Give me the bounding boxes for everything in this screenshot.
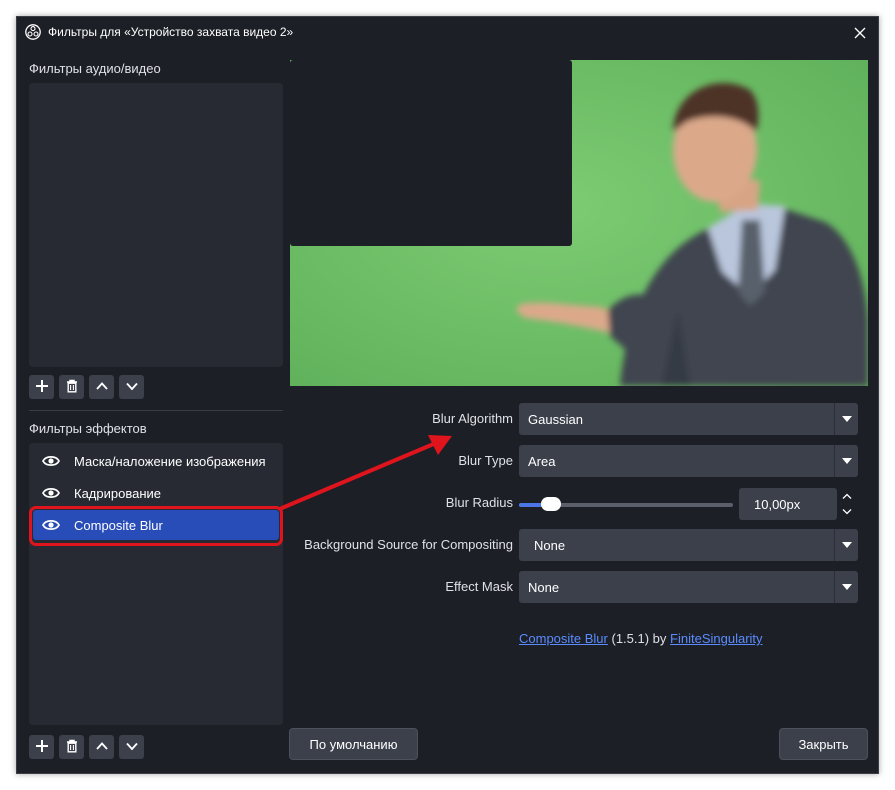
- blur-type-select[interactable]: Area: [519, 445, 858, 477]
- blur-algorithm-label: Blur Algorithm: [432, 411, 513, 426]
- background-source-label: Background Source for Compositing: [304, 537, 513, 552]
- chevron-down-icon: [125, 739, 139, 756]
- eye-icon[interactable]: [41, 486, 61, 500]
- effect-mask-value: None: [528, 580, 560, 595]
- filter-item-label: Маска/наложение изображения: [74, 453, 266, 469]
- effect-filters-list: Маска/наложение изображения Кадрирование…: [29, 443, 283, 725]
- filters-dialog: Фильтры для «Устройство захвата видео 2»…: [16, 16, 879, 774]
- dropdown-arrow-icon[interactable]: [835, 571, 858, 603]
- dropdown-arrow-icon[interactable]: [835, 529, 858, 561]
- trash-icon: [65, 379, 79, 396]
- remove-effect-filter-button[interactable]: [59, 735, 84, 759]
- chevron-down-icon[interactable]: [835, 504, 858, 520]
- filter-item-label: Кадрирование: [74, 485, 162, 501]
- section-divider: [29, 410, 283, 411]
- plus-icon: [35, 379, 49, 396]
- move-effect-filter-up-button[interactable]: [89, 735, 114, 759]
- preview-image: [290, 60, 868, 386]
- audio-video-filters-label: Фильтры аудио/видео: [29, 61, 161, 76]
- add-effect-filter-button[interactable]: [29, 735, 54, 759]
- eye-icon[interactable]: [41, 518, 61, 532]
- close-icon[interactable]: [848, 21, 872, 45]
- close-button[interactable]: Закрыть: [779, 728, 868, 760]
- chevron-up-icon[interactable]: [835, 488, 858, 504]
- video-preview: [290, 60, 868, 386]
- dropdown-arrow-icon[interactable]: [835, 403, 858, 435]
- background-source-value: None: [534, 538, 566, 553]
- plugin-version: (1.5.1) by: [611, 631, 667, 646]
- blur-type-value: Area: [528, 454, 556, 469]
- author-link[interactable]: FiniteSingularity: [670, 631, 763, 646]
- audio-video-filters-list[interactable]: [29, 83, 283, 367]
- filter-item-image-mask[interactable]: Маска/наложение изображения: [33, 446, 279, 476]
- defaults-button[interactable]: По умолчанию: [289, 728, 418, 760]
- plugin-credit: Composite Blur (1.5.1) by FiniteSingular…: [519, 631, 763, 646]
- move-audio-filter-up-button[interactable]: [89, 375, 114, 399]
- blur-type-label: Blur Type: [458, 453, 513, 468]
- blur-radius-slider-handle[interactable]: [541, 497, 562, 511]
- title-bar: Фильтры для «Устройство захвата видео 2»: [17, 17, 878, 48]
- eye-icon[interactable]: [41, 454, 61, 468]
- chevron-down-icon: [125, 379, 139, 396]
- blur-algorithm-select[interactable]: Gaussian: [519, 403, 858, 435]
- blur-radius-value: 10,00px: [754, 497, 801, 512]
- blur-algorithm-value: Gaussian: [528, 412, 583, 427]
- filter-item-crop[interactable]: Кадрирование: [33, 478, 279, 508]
- chevron-up-icon: [95, 739, 109, 756]
- blur-radius-input[interactable]: 10,00px: [739, 488, 837, 520]
- background-source-select[interactable]: None: [519, 529, 858, 561]
- remove-audio-filter-button[interactable]: [59, 375, 84, 399]
- plugin-link[interactable]: Composite Blur: [519, 631, 608, 646]
- filter-item-composite-blur[interactable]: Composite Blur: [33, 510, 279, 540]
- add-audio-filter-button[interactable]: [29, 375, 54, 399]
- dropdown-arrow-icon[interactable]: [835, 445, 858, 477]
- plus-icon: [35, 739, 49, 756]
- chevron-up-icon: [95, 379, 109, 396]
- window-title: Фильтры для «Устройство захвата видео 2»: [48, 25, 294, 39]
- effect-filters-label: Фильтры эффектов: [29, 421, 147, 436]
- effect-mask-label: Effect Mask: [445, 579, 513, 594]
- filter-item-label: Composite Blur: [74, 517, 163, 533]
- move-effect-filter-down-button[interactable]: [119, 735, 144, 759]
- blur-radius-spin-buttons: [835, 488, 858, 520]
- trash-icon: [65, 739, 79, 756]
- effect-mask-select[interactable]: None: [519, 571, 858, 603]
- move-audio-filter-down-button[interactable]: [119, 375, 144, 399]
- obs-logo-icon: [25, 24, 41, 40]
- blur-radius-label: Blur Radius: [445, 495, 513, 510]
